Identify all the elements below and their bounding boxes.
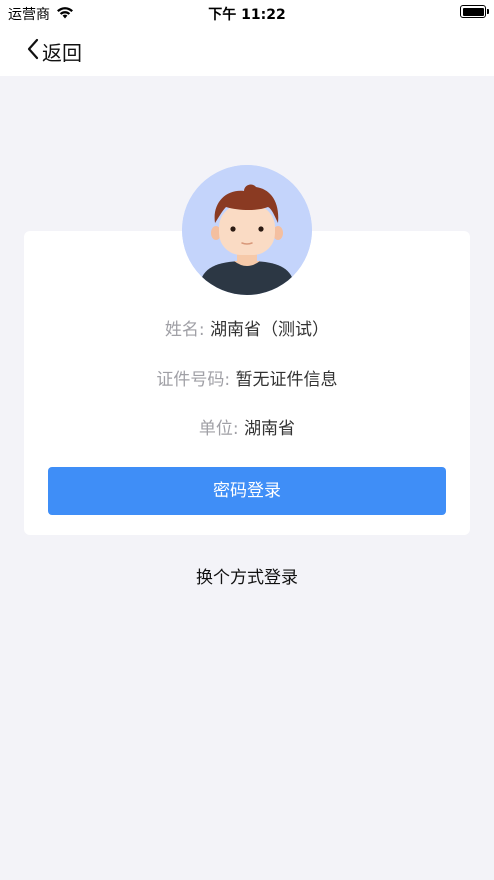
back-label: 返回 [42,41,82,65]
user-avatar [182,165,312,295]
status-right [460,5,489,18]
name-label: 姓名: [164,320,205,340]
password-login-button[interactable]: 密码登录 [48,467,446,515]
switch-login-link[interactable]: 换个方式登录 [0,563,494,588]
nav-bar: 返回 [0,26,494,76]
id-row: 证件号码: 暂无证件信息 [24,368,470,392]
unit-label: 单位: [198,419,239,439]
unit-row: 单位: 湖南省 [24,417,470,441]
status-time: 下午 11:22 [208,7,286,23]
name-value: 湖南省（测试） [210,320,330,340]
unit-value: 湖南省 [244,419,296,439]
battery-icon [460,5,489,18]
chevron-left-icon [26,37,40,66]
id-value: 暂无证件信息 [235,370,338,390]
back-button[interactable]: 返回 [26,37,82,66]
name-row: 姓名: 湖南省（测试） [24,318,470,342]
id-label: 证件号码: [156,370,231,390]
status-bar: 运营商 下午 11:22 [0,0,494,26]
